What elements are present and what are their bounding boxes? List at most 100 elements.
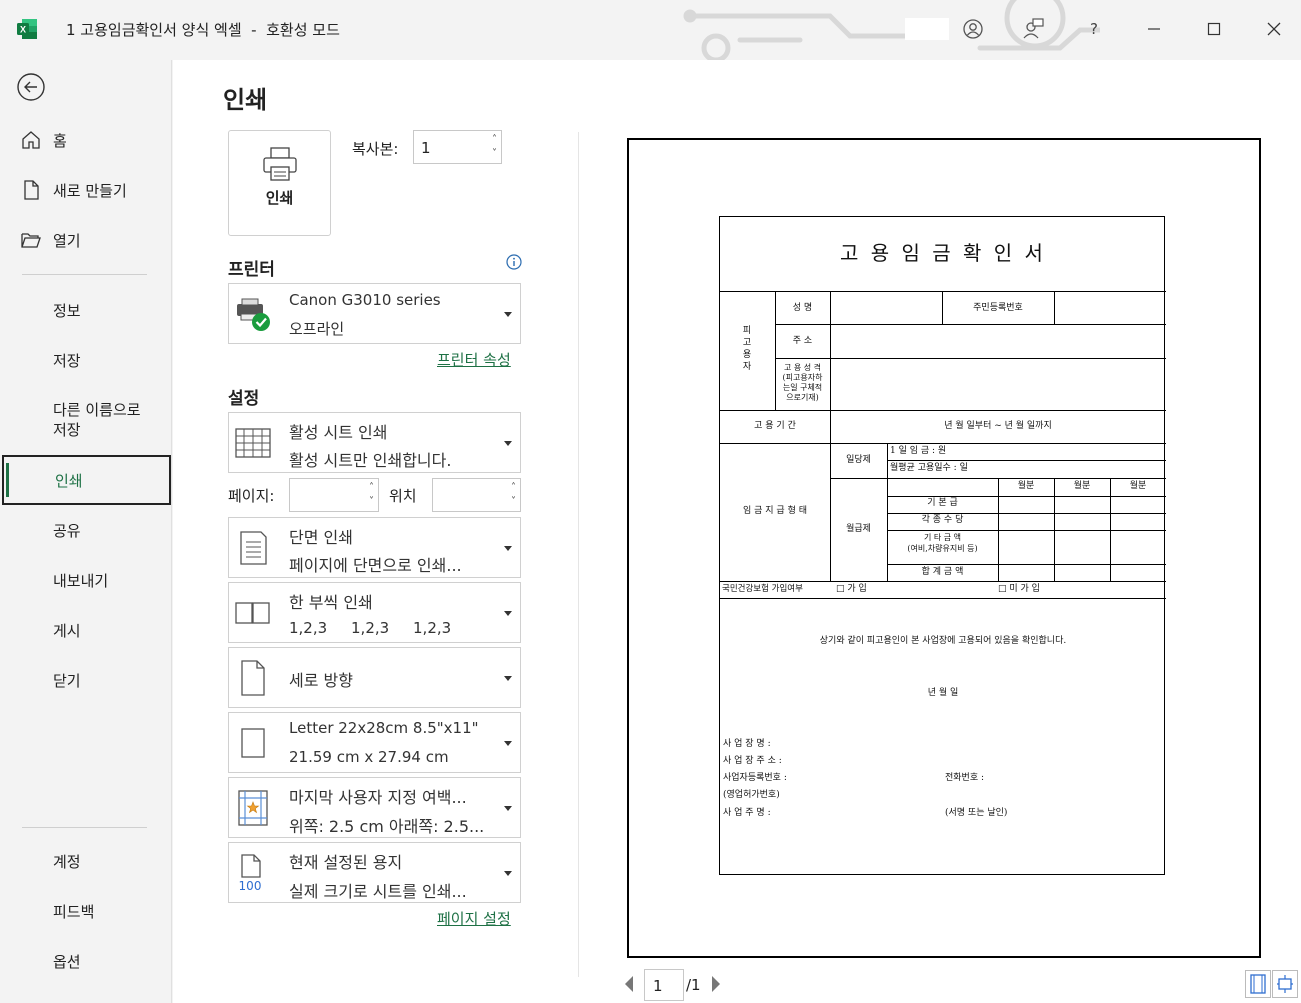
chevron-up-icon[interactable]: ˄: [369, 483, 374, 493]
excel-icon: X: [17, 19, 37, 39]
sidebar-item-export[interactable]: 내보내기: [0, 556, 172, 604]
save-as-line2: 저장: [53, 421, 81, 439]
sidebar-item-account[interactable]: 계정: [0, 837, 172, 885]
sidebar-divider: [22, 274, 147, 275]
sidebar-item-feedback[interactable]: 피드백: [0, 887, 172, 935]
page-number-input[interactable]: 1: [644, 969, 684, 1001]
table-line: [720, 291, 1166, 292]
chevron-down-icon: [504, 871, 512, 876]
account-button[interactable]: [958, 14, 988, 44]
printer-dropdown[interactable]: Canon G3010 series 오프라인: [228, 283, 521, 344]
sidebar-item-label: 다른 이름으로 저장: [53, 400, 141, 440]
confirmation-text: 상기와 같이 피고용인이 본 사업장에 고용되어 있음을 확인합니다.: [819, 636, 1067, 646]
business-address-label: 사 업 장 주 소 :: [723, 756, 782, 766]
sidebar-item-new[interactable]: 새로 만들기: [0, 166, 172, 214]
chevron-up-icon[interactable]: ˄: [511, 483, 516, 493]
previous-page-icon[interactable]: [624, 975, 634, 993]
page-setup-link[interactable]: 페이지 설정: [437, 908, 511, 929]
minimize-button[interactable]: [1139, 14, 1169, 44]
zoom-to-page-button[interactable]: [1272, 970, 1298, 998]
pane-divider: [578, 132, 579, 977]
home-icon: [22, 131, 40, 149]
printer-status-icon: [233, 294, 273, 334]
table-line: [887, 496, 1166, 497]
setting-line1: 활성 시트 인쇄: [289, 423, 388, 442]
pages-from-stepper[interactable]: ˄ ˅: [289, 478, 379, 512]
scaling-icon: 100: [233, 853, 273, 893]
printer-icon: [263, 147, 297, 181]
sidebar-item-close[interactable]: 닫기: [0, 656, 172, 704]
paper-size-icon: [233, 723, 273, 763]
show-margins-button[interactable]: [1245, 970, 1271, 998]
daily-label: 일당제: [846, 455, 871, 465]
orientation-dropdown[interactable]: 세로 방향: [228, 647, 521, 708]
copies-stepper[interactable]: 1 ˄ ˅: [413, 130, 502, 164]
sidebar-item-home[interactable]: 홈: [0, 116, 172, 164]
show-margins-icon: [1250, 974, 1266, 994]
sidebar-item-label: 공유: [53, 521, 81, 540]
sidebar-item-save[interactable]: 저장: [0, 336, 172, 384]
sidebar-item-share[interactable]: 공유: [0, 506, 172, 554]
back-arrow-icon[interactable]: [16, 72, 46, 102]
print-button[interactable]: 인쇄: [228, 130, 331, 236]
insurance-yes: □ 가 입: [836, 584, 867, 594]
other-amount-label: 기 타 금 액 (여비,차량유지비 등): [887, 532, 998, 554]
license-label: (영업허가번호): [723, 790, 780, 800]
close-icon: [1267, 22, 1281, 36]
table-line: [1054, 478, 1055, 581]
sidebar-item-open[interactable]: 열기: [0, 216, 172, 264]
emp-type-line3: 는일 구체적: [782, 383, 823, 392]
scaling-dropdown[interactable]: 100 현재 설정된 용지 실제 크기로 시트를 인쇄...: [228, 842, 521, 903]
seal-label: (서명 또는 날인): [945, 808, 1008, 818]
setting-line1: 마지막 사용자 지정 여백...: [289, 788, 467, 807]
business-reg-label: 사업자등록번호 :: [723, 773, 787, 783]
sidebar-item-label: 정보: [53, 301, 81, 320]
sidebar-item-label: 새로 만들기: [53, 181, 127, 200]
single-sided-icon: [233, 528, 273, 568]
table-line: [720, 410, 1166, 411]
sidebar-item-options[interactable]: 옵션: [0, 937, 172, 985]
pages-to-stepper[interactable]: ˄ ˅: [432, 478, 521, 512]
print-what-dropdown[interactable]: 활성 시트 인쇄 활성 시트만 인쇄합니다.: [228, 412, 521, 473]
sidebar-item-info[interactable]: 정보: [0, 286, 172, 334]
table-line: [1110, 478, 1111, 581]
setting-line1: Letter 22x28cm 8.5"x11": [289, 719, 479, 737]
printer-properties-link[interactable]: 프린터 속성: [437, 349, 511, 370]
insurance-label: 국민건강보험 가입여부: [722, 584, 803, 594]
chevron-down-icon[interactable]: ˅: [492, 149, 497, 159]
maximize-button[interactable]: [1199, 14, 1229, 44]
collate-icon: [233, 593, 273, 633]
setting-line2: 21.59 cm x 27.94 cm: [289, 748, 449, 766]
margins-dropdown[interactable]: 마지막 사용자 지정 여백... 위쪽: 2.5 cm 아래쪽: 2.5...: [228, 777, 521, 838]
next-page-icon[interactable]: [711, 975, 721, 993]
setting-line2: 활성 시트만 인쇄합니다.: [289, 451, 452, 470]
close-button[interactable]: [1259, 14, 1289, 44]
sidebar-item-publish[interactable]: 게시: [0, 606, 172, 654]
sides-dropdown[interactable]: 단면 인쇄 페이지에 단면으로 인쇄...: [228, 517, 521, 578]
svg-text:X: X: [20, 25, 26, 35]
chevron-down-icon: [504, 611, 512, 616]
help-button[interactable]: ?: [1079, 14, 1109, 44]
table-line: [720, 443, 1166, 444]
collate-dropdown[interactable]: 한 부씩 인쇄 1,2,3 1,2,3 1,2,3: [228, 582, 521, 643]
feedback-person-icon: [1023, 18, 1044, 39]
setting-line2: 페이지에 단면으로 인쇄...: [289, 556, 462, 575]
chevron-down-icon[interactable]: ˅: [369, 497, 374, 507]
setting-line1: 세로 방향: [289, 671, 353, 690]
table-line: [720, 581, 1166, 582]
month-column: 월분: [1073, 481, 1091, 491]
info-icon[interactable]: [506, 254, 522, 270]
sidebar-item-save-as[interactable]: 다른 이름으로 저장: [0, 394, 172, 446]
sidebar-item-label: 닫기: [53, 671, 81, 690]
sidebar-item-print[interactable]: 인쇄: [2, 455, 171, 505]
month-column: 월분: [1129, 481, 1147, 491]
paper-size-dropdown[interactable]: Letter 22x28cm 8.5"x11" 21.59 cm x 27.94…: [228, 712, 521, 773]
month-column: 월분: [1017, 481, 1035, 491]
title-bar: X 1 고용임금확인서 양식 엑셀 - 호환성 모드 ?: [0, 0, 1301, 60]
printer-name: Canon G3010 series: [289, 291, 441, 309]
monthly-label: 월급제: [846, 524, 871, 534]
chevron-down-icon[interactable]: ˅: [511, 497, 516, 507]
emp-type-line1: 고 용 성 격: [783, 363, 822, 372]
chevron-up-icon[interactable]: ˄: [492, 135, 497, 145]
feedback-button[interactable]: [1018, 14, 1048, 44]
